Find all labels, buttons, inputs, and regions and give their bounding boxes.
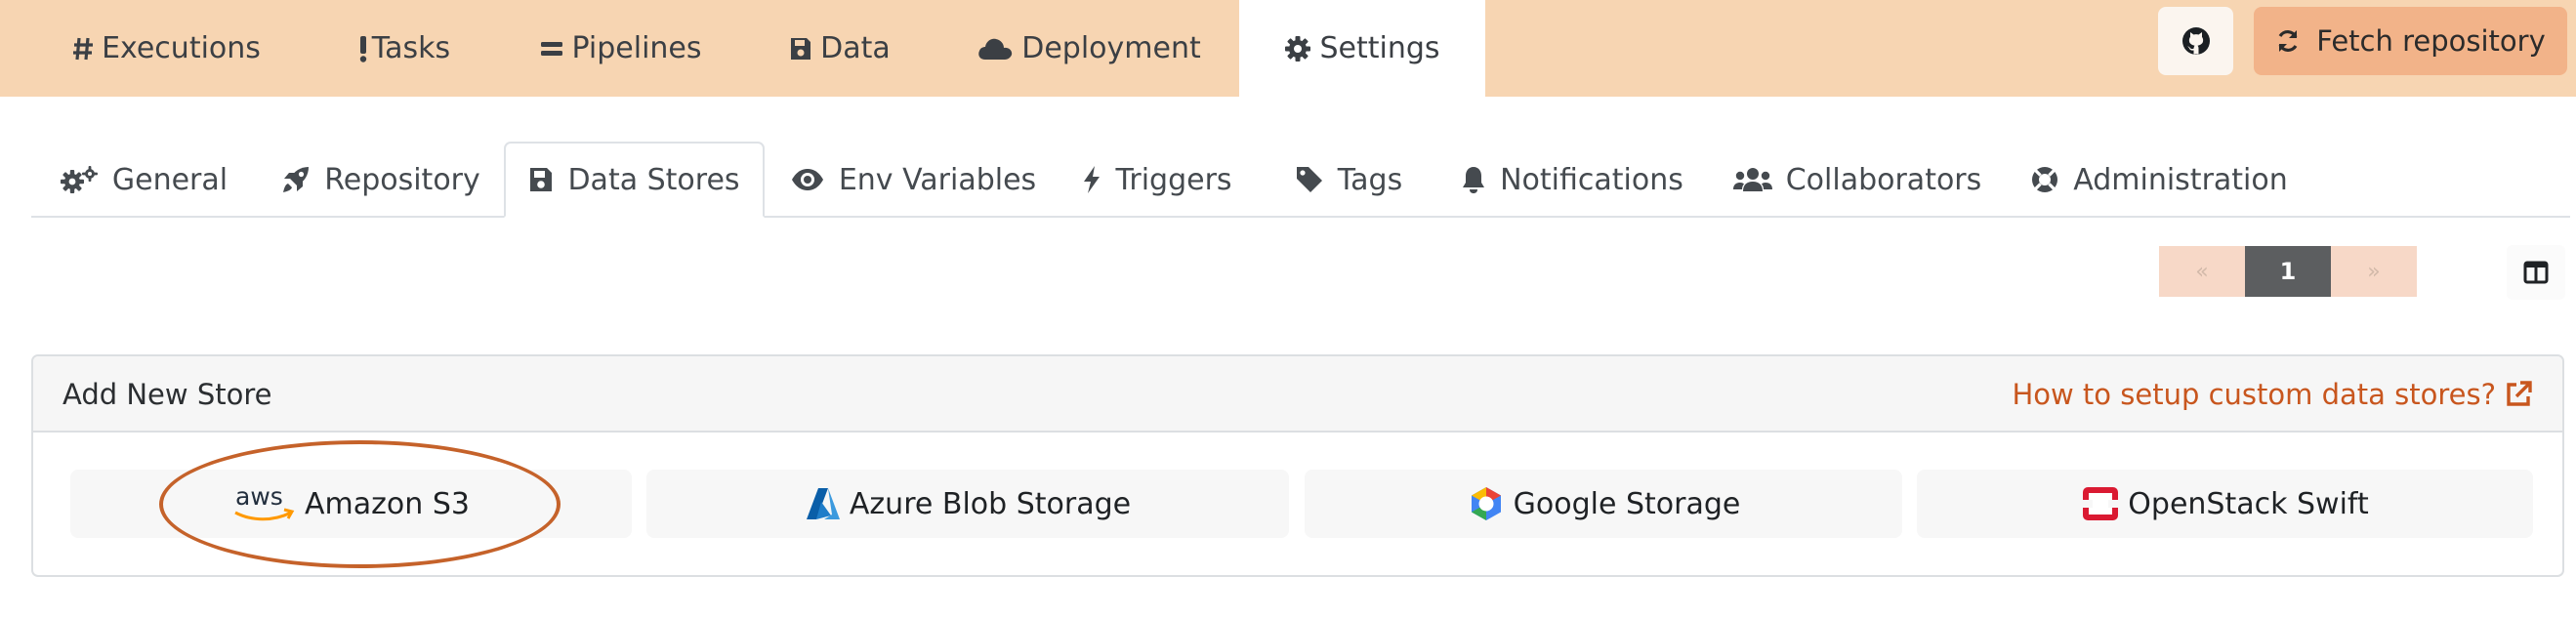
store-azure-blob-storage[interactable]: Azure Blob Storage [646, 470, 1289, 538]
nav-label: Executions [102, 31, 261, 65]
tab-label: Notifications [1500, 162, 1683, 197]
sync-icon [2278, 30, 2298, 52]
nav-label: Pipelines [571, 31, 702, 65]
eye-icon [791, 169, 823, 190]
bolt-icon [1084, 166, 1101, 193]
store-google-storage[interactable]: Google Storage [1305, 470, 1902, 538]
github-button[interactable] [2158, 7, 2233, 75]
google-cloud-logo-icon [1467, 485, 1506, 522]
life-ring-icon [2032, 167, 2058, 192]
tab-label: Tags [1337, 162, 1403, 197]
tab-label: Repository [324, 162, 480, 197]
azure-logo-icon [805, 486, 842, 521]
add-store-card: Add New Store How to setup custom data s… [31, 354, 2564, 577]
store-label: OpenStack Swift [2128, 486, 2369, 521]
nav-pipelines[interactable]: Pipelines [533, 0, 709, 97]
openstack-logo-icon [2081, 485, 2120, 522]
tag-icon [1296, 167, 1322, 192]
store-openstack-swift[interactable]: OpenStack Swift [1917, 470, 2533, 538]
tab-label: Collaborators [1785, 162, 1982, 197]
help-link-label: How to setup custom data stores? [2012, 378, 2496, 411]
fetch-repository-button[interactable]: Fetch repository [2254, 7, 2567, 75]
tab-triggers[interactable]: Triggers [1074, 142, 1240, 218]
store-amazon-s3[interactable]: aws Amazon S3 [70, 470, 632, 538]
column-layout-button[interactable] [2507, 245, 2565, 300]
svg-text:aws: aws [235, 482, 283, 511]
tab-data-stores[interactable]: Data Stores [504, 142, 765, 218]
help-link[interactable]: How to setup custom data stores? [2012, 356, 2533, 433]
pagination-next-button[interactable]: » [2331, 246, 2417, 297]
tab-tags[interactable]: Tags [1285, 142, 1412, 218]
floppy-disk-icon [530, 168, 553, 191]
nav-label: Settings [1319, 31, 1440, 65]
exclamation-icon [359, 35, 366, 62]
top-bar: Executions Tasks Pipelines Data Deployme… [0, 0, 2576, 97]
tab-notifications[interactable]: Notifications [1455, 142, 1689, 218]
nav-settings[interactable]: Settings [1239, 0, 1485, 97]
nav-label: Tasks [371, 31, 451, 65]
rocket-icon [283, 167, 310, 192]
bell-icon [1463, 167, 1485, 193]
pagination-first-button[interactable]: « [2159, 246, 2245, 297]
hashtag-icon [73, 37, 94, 60]
tab-label: Data Stores [567, 162, 740, 197]
tab-env-variables[interactable]: Env Variables [781, 142, 1045, 218]
tab-collaborators[interactable]: Collaborators [1730, 142, 1984, 218]
store-label: Amazon S3 [305, 486, 470, 521]
nav-data[interactable]: Data [786, 0, 893, 97]
nav-label: Data [820, 31, 891, 65]
tab-administration[interactable]: Administration [2027, 142, 2291, 218]
gears-icon [60, 166, 98, 193]
floppy-disk-icon [791, 37, 811, 60]
gear-icon [1285, 35, 1311, 62]
card-title: Add New Store [62, 378, 272, 411]
nav-label: Deployment [1021, 31, 1201, 65]
nav-executions[interactable]: Executions [57, 0, 276, 97]
aws-logo-icon: aws [232, 482, 297, 525]
columns-icon [2523, 261, 2549, 284]
tab-repository[interactable]: Repository [273, 142, 488, 218]
pagination-current-page[interactable]: 1 [2245, 246, 2331, 297]
card-header: Add New Store How to setup custom data s… [33, 356, 2562, 433]
tab-general[interactable]: General [51, 142, 236, 218]
users-icon [1732, 168, 1772, 191]
store-label: Azure Blob Storage [849, 486, 1132, 521]
cloud-icon [978, 38, 1013, 60]
store-label: Google Storage [1513, 486, 1741, 521]
tab-label: General [111, 162, 229, 197]
settings-tabs: General Repository Data Stores Env Varia… [0, 142, 2576, 218]
fetch-repository-label: Fetch repository [2316, 24, 2546, 58]
equals-icon [541, 41, 563, 56]
external-link-icon [2507, 381, 2532, 406]
pagination: « 1 » [2159, 246, 2417, 297]
nav-deployment[interactable]: Deployment [976, 0, 1201, 97]
tab-label: Env Variables [838, 162, 1037, 197]
nav-tasks[interactable]: Tasks [346, 0, 463, 97]
github-icon [2181, 27, 2210, 55]
tab-label: Triggers [1115, 162, 1232, 197]
tab-label: Administration [2073, 162, 2288, 197]
